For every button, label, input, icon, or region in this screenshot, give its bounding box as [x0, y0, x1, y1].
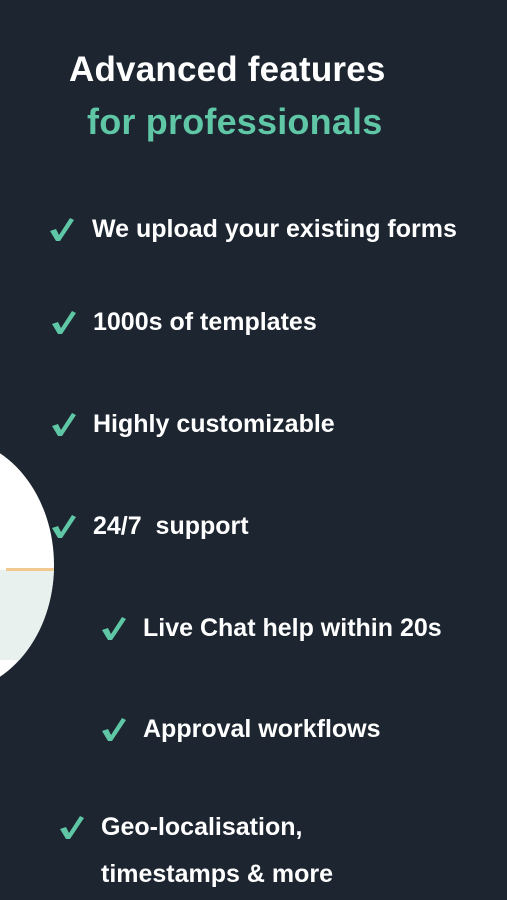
feature-label: Approval workflows — [143, 715, 381, 743]
feature-label-line1: Geo-localisation, — [101, 813, 303, 841]
check-icon — [102, 617, 126, 640]
check-icon — [60, 816, 84, 839]
check-icon — [52, 413, 76, 436]
feature-label: 24/7 support — [93, 512, 249, 540]
feature-label: Live Chat help within 20s — [143, 614, 442, 642]
preview-band — [0, 570, 54, 660]
page-subtitle: for professionals — [87, 101, 383, 142]
feature-label-line2: timestamps & more — [101, 860, 334, 888]
check-icon — [52, 311, 76, 334]
feature-label: We upload your existing forms — [92, 215, 457, 243]
check-icon — [50, 218, 74, 241]
preview-circle-decoration — [0, 438, 54, 692]
check-icon — [52, 515, 76, 538]
page-title: Advanced features — [69, 50, 386, 89]
feature-label: Highly customizable — [93, 410, 335, 438]
check-icon — [102, 718, 126, 741]
feature-label: 1000s of templates — [93, 308, 317, 336]
preview-accent-line — [6, 568, 54, 571]
feature-screen: Advanced features for professionals We u… — [0, 0, 507, 900]
